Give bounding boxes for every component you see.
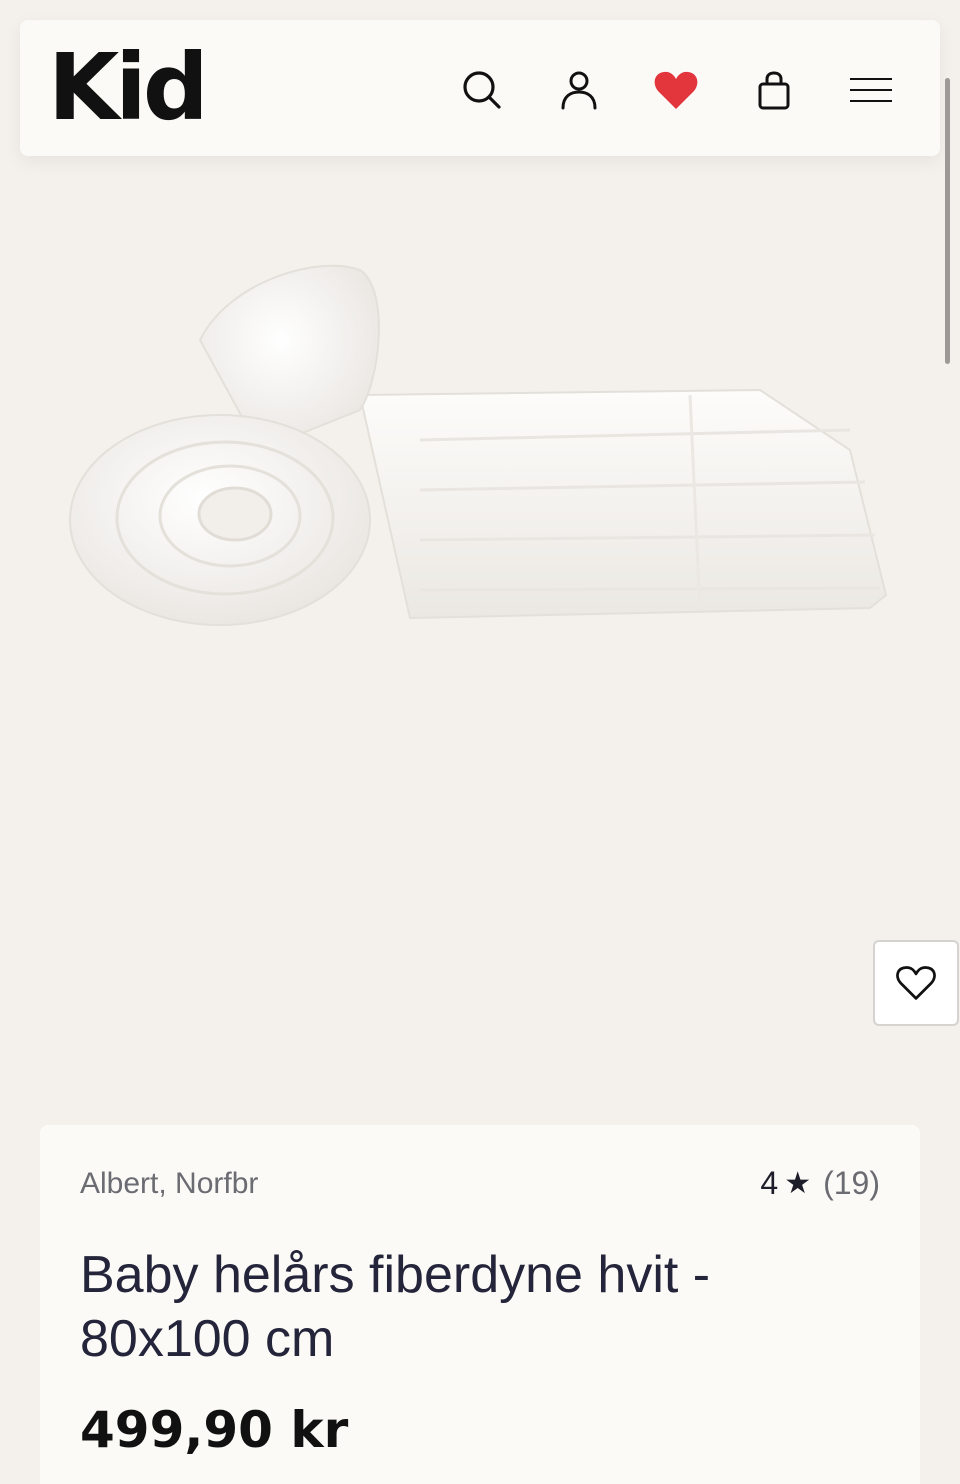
rating-value: 4 bbox=[760, 1165, 779, 1201]
site-header: Kid bbox=[20, 20, 940, 156]
product-price: 499,90 kr bbox=[80, 1401, 349, 1459]
bag-icon bbox=[758, 71, 790, 110]
product-brand[interactable]: Albert, Norfbr bbox=[80, 1167, 258, 1201]
account-button[interactable] bbox=[551, 62, 607, 118]
add-to-wishlist-button[interactable] bbox=[873, 940, 959, 1026]
logo[interactable]: Kid bbox=[48, 38, 209, 138]
search-icon bbox=[463, 71, 501, 109]
product-title: Baby helårs fiberdyne hvit - 80x100 cm bbox=[80, 1246, 711, 1368]
product-page: Kid Albert, Norfbr 4 ★ (19) Baby helårs … bbox=[0, 0, 960, 1484]
star-icon: ★ bbox=[784, 1167, 812, 1200]
hamburger-menu-icon bbox=[850, 78, 892, 102]
heart-outline-icon bbox=[896, 966, 936, 1000]
wishlist-button[interactable] bbox=[648, 62, 704, 118]
product-info-card: Albert, Norfbr 4 ★ (19) Baby helårs fibe… bbox=[40, 1125, 920, 1484]
heart-filled-icon bbox=[654, 71, 698, 109]
product-rating[interactable]: 4 ★ (19) bbox=[760, 1165, 880, 1202]
scrollbar[interactable] bbox=[945, 78, 950, 364]
search-button[interactable] bbox=[454, 62, 510, 118]
product-image[interactable] bbox=[60, 250, 900, 650]
menu-button[interactable] bbox=[843, 62, 899, 118]
cart-button[interactable] bbox=[746, 62, 802, 118]
account-icon bbox=[561, 71, 597, 110]
rating-count: (19) bbox=[823, 1165, 880, 1201]
